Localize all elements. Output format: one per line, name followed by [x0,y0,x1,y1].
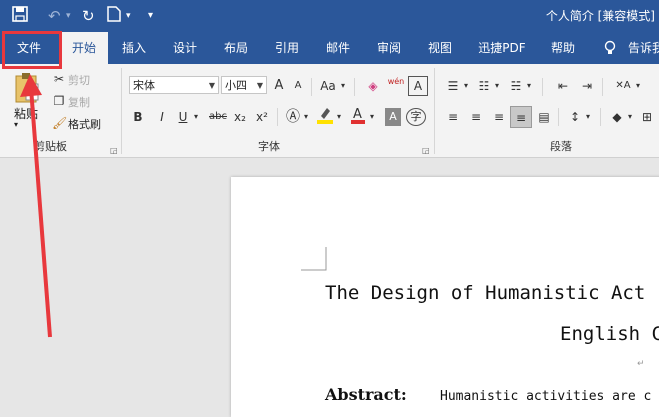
annotation-arrow [20,74,52,338]
